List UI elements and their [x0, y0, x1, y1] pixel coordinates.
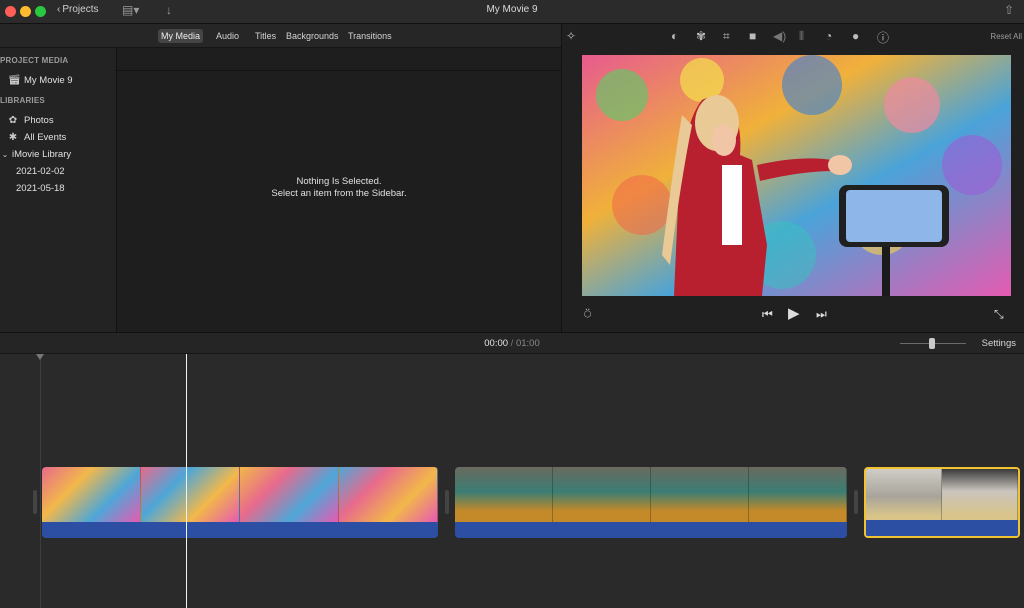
playhead[interactable]	[186, 354, 187, 608]
play-icon[interactable]: ▶	[788, 304, 800, 322]
equalizer-icon[interactable]: ⫴	[799, 29, 804, 44]
empty-state-message: Nothing Is Selected. Select an item from…	[271, 176, 407, 199]
clip-frame	[651, 467, 749, 522]
sidebar-item-all-events[interactable]: ✱ All Events	[8, 132, 66, 143]
timeline-toolbar: 00:00 / 01:00 Settings	[0, 332, 1024, 354]
clip-frame	[553, 467, 651, 522]
libraries-header: LIBRARIES	[0, 96, 45, 105]
color-balance-icon[interactable]: ◐	[671, 29, 678, 43]
timeline-start-line	[40, 354, 41, 608]
skip-forward-icon[interactable]: ⏭	[816, 307, 827, 322]
clip-audio-track	[42, 522, 438, 538]
clip-frame	[339, 467, 438, 522]
share-icon[interactable]: ⇧	[1004, 3, 1014, 17]
start-marker-icon	[36, 354, 44, 360]
clip-thumbnails	[866, 469, 1018, 524]
magic-wand-icon[interactable]: ✧	[566, 29, 576, 43]
playback-controls: ⍥ ⏮ ▶ ⏭ ⤡	[562, 300, 1024, 332]
library-sidebar: PROJECT MEDIA 🎬︎ My Movie 9 LIBRARIES ✿ …	[0, 48, 117, 332]
clip-frame	[942, 469, 1018, 524]
preview-frame-image	[582, 55, 1011, 296]
viewer-panel: ✧ ◐ ✾ ⌗ ■ ◀) ⫴ ◔ ● ⓘ Reset All ⍥ ⏮ ▶ ⏭ ⤡	[561, 24, 1024, 332]
video-preview	[582, 55, 1011, 296]
skip-back-icon[interactable]: ⏮	[762, 307, 773, 322]
stabilization-camera-icon[interactable]: ■	[749, 29, 756, 43]
clip-frame	[42, 467, 141, 522]
media-tab-bar: My Media Audio Titles Backgrounds Transi…	[0, 24, 561, 48]
clip-thumbnails	[42, 467, 438, 522]
info-icon[interactable]: ⓘ	[877, 29, 889, 46]
timeline-clip-2[interactable]	[455, 467, 847, 538]
timeline-clip-3-selected[interactable]	[864, 467, 1020, 538]
clip-trim-handle[interactable]	[854, 490, 858, 514]
adjustment-toolbar: ✧ ◐ ✾ ⌗ ■ ◀) ⫴ ◔ ● ⓘ Reset All	[562, 24, 1024, 50]
timeline-settings-button[interactable]: Settings	[982, 338, 1016, 349]
timeline-clip-1[interactable]	[42, 467, 438, 538]
speed-gauge-icon[interactable]: ◔	[825, 29, 832, 43]
sidebar-item-event-2021-05-18[interactable]: 2021-05-18	[16, 183, 65, 194]
title-bar: ‹ Projects ▤▾ ↓ My Movie 9 ⇧	[0, 0, 1024, 24]
filters-icon[interactable]: ●	[852, 29, 859, 43]
color-palette-icon[interactable]: ✾	[696, 29, 706, 43]
clip-frame	[749, 467, 847, 522]
clip-frame	[240, 467, 339, 522]
microphone-icon[interactable]: ⍥	[584, 307, 591, 322]
sidebar-item-imovie-library[interactable]: ⌄ iMovie Library	[0, 149, 72, 160]
tab-transitions[interactable]: Transitions	[345, 29, 395, 43]
star-icon: ✱	[8, 132, 18, 143]
clip-trim-handle[interactable]	[33, 490, 37, 514]
reset-all-button[interactable]: Reset All	[990, 32, 1022, 41]
clip-frame	[455, 467, 553, 522]
tab-my-media[interactable]: My Media	[158, 29, 204, 43]
sidebar-item-project[interactable]: 🎬︎ My Movie 9	[8, 75, 73, 86]
sidebar-item-photos[interactable]: ✿ Photos	[8, 115, 54, 126]
tab-titles[interactable]: Titles	[252, 29, 279, 43]
timecode-display: 00:00 / 01:00	[484, 338, 540, 349]
window-title: My Movie 9	[486, 4, 538, 15]
browser-header	[117, 48, 561, 71]
project-timeline[interactable]	[0, 354, 1024, 608]
zoom-slider-knob[interactable]	[929, 338, 935, 349]
clip-trim-handle[interactable]	[445, 490, 449, 514]
sidebar-item-event-2021-02-02[interactable]: 2021-02-02	[16, 166, 65, 177]
clip-audio-track	[866, 520, 1018, 536]
tab-backgrounds[interactable]: Backgrounds	[283, 29, 342, 43]
clip-frame	[141, 467, 240, 522]
media-browser: Nothing Is Selected. Select an item from…	[117, 48, 561, 332]
photos-icon: ✿	[8, 115, 18, 126]
clip-audio-track	[455, 522, 847, 538]
total-duration: 01:00	[515, 338, 540, 349]
clip-frame	[866, 469, 942, 524]
current-time: 00:00	[484, 338, 509, 349]
volume-icon[interactable]: ◀)	[773, 29, 786, 43]
crop-icon[interactable]: ⌗	[723, 29, 730, 44]
project-media-header: PROJECT MEDIA	[0, 56, 69, 65]
tab-audio[interactable]: Audio	[213, 29, 242, 43]
clip-thumbnails	[455, 467, 847, 522]
clapperboard-icon: 🎬︎	[8, 75, 21, 86]
fullscreen-icon[interactable]: ⤡	[994, 307, 1004, 322]
disclosure-icon[interactable]: ⌄	[0, 150, 10, 159]
